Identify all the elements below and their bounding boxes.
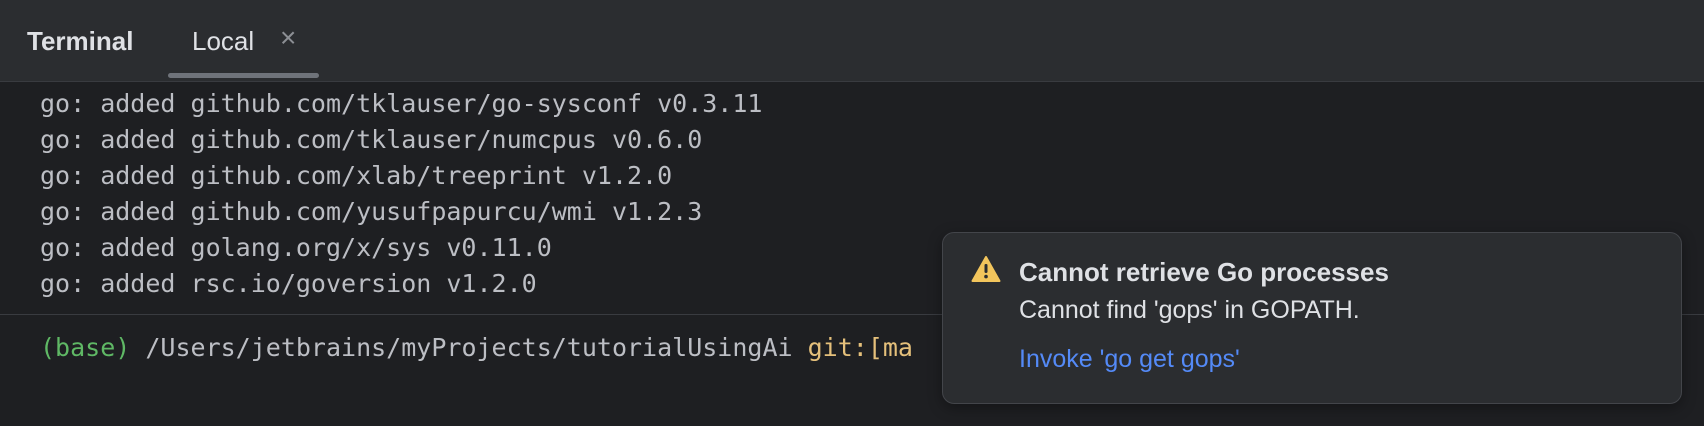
output-line: go: added github.com/tklauser/go-sysconf…: [40, 89, 763, 118]
terminal-output[interactable]: go: added github.com/tklauser/go-sysconf…: [40, 86, 762, 302]
output-line: go: added golang.org/x/sys v0.11.0: [40, 233, 552, 262]
notification-popup: Cannot retrieve Go processes Cannot find…: [942, 232, 1682, 404]
panel-title: Terminal: [27, 26, 134, 56]
output-line: go: added rsc.io/goversion v1.2.0: [40, 269, 537, 298]
notification-message: Cannot find 'gops' in GOPATH.: [1019, 296, 1360, 324]
active-tab-indicator: [168, 73, 319, 78]
terminal-prompt[interactable]: (base) /Users/jetbrains/myProjects/tutor…: [40, 330, 913, 366]
output-line: go: added github.com/tklauser/numcpus v0…: [40, 125, 703, 154]
warning-icon: [971, 255, 1001, 288]
git-branch: git:[ma: [807, 333, 913, 362]
output-line: go: added github.com/yusufpapurcu/wmi v1…: [40, 197, 703, 226]
close-icon[interactable]: ×: [280, 24, 296, 52]
terminal-tabbar: Terminal Local ×: [0, 0, 1704, 82]
tab-label: Local: [192, 26, 255, 56]
invoke-go-get-gops-link[interactable]: Invoke 'go get gops': [1019, 345, 1240, 374]
output-line: go: added github.com/xlab/treeprint v1.2…: [40, 161, 673, 190]
conda-env: (base): [40, 333, 131, 362]
tab-local[interactable]: Local ×: [168, 0, 319, 82]
notification-title: Cannot retrieve Go processes: [1019, 257, 1389, 287]
prompt-path: /Users/jetbrains/myProjects/tutorialUsin…: [130, 333, 808, 362]
